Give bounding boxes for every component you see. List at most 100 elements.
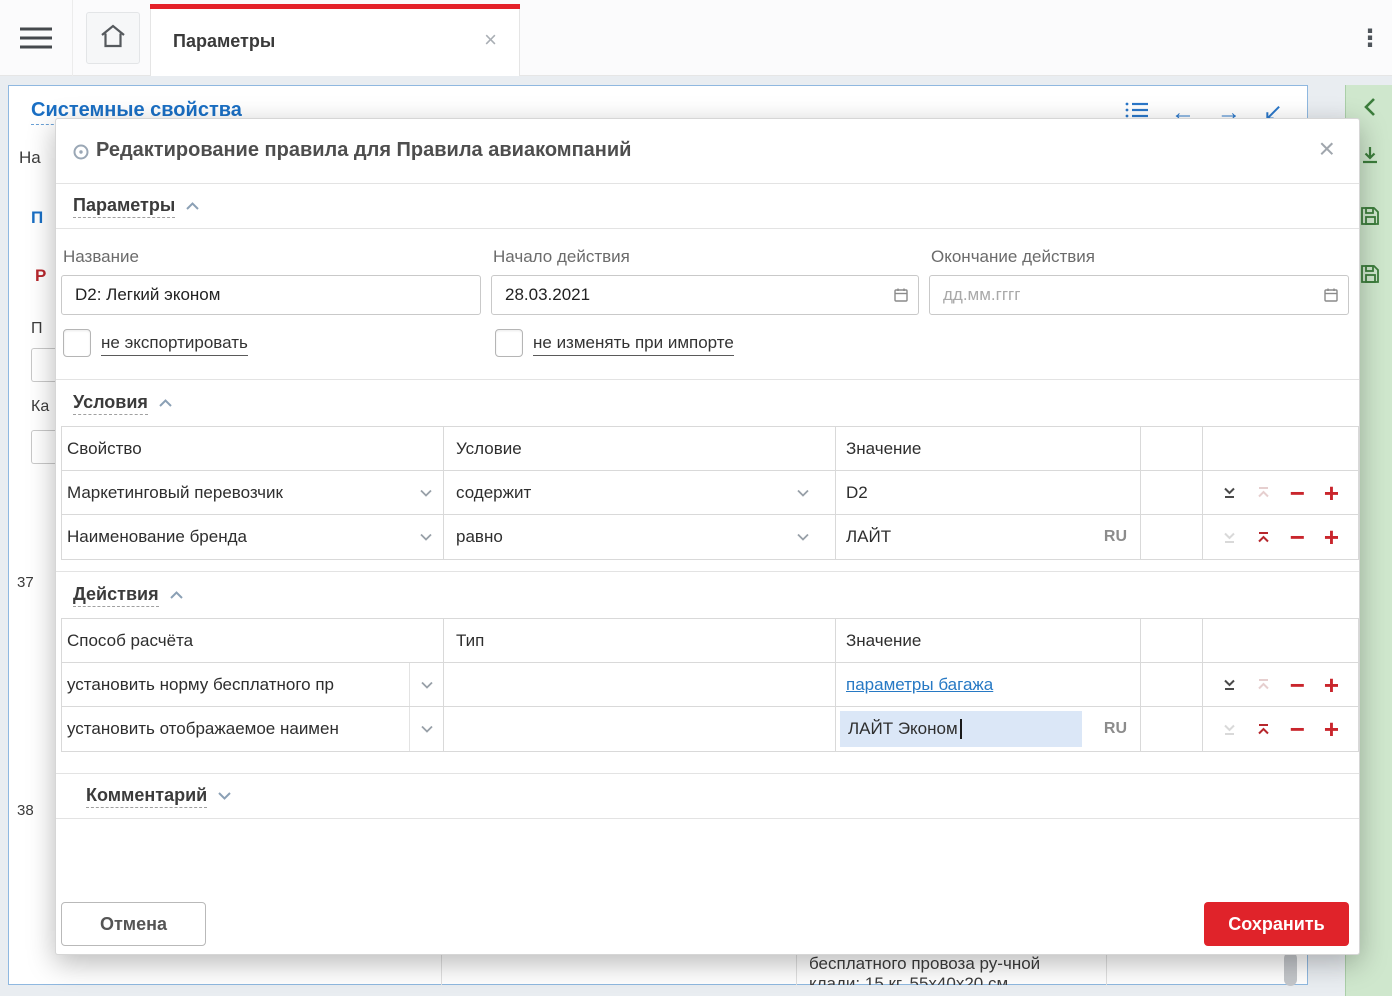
end-date-label: Окончание действия — [931, 247, 1095, 267]
calendar-icon[interactable] — [1323, 287, 1339, 303]
row-actions-cell: − + — [1203, 515, 1358, 559]
value-cell[interactable]: D2 — [836, 471, 1141, 515]
save-button[interactable]: Сохранить — [1204, 902, 1349, 946]
no-import-change-label[interactable]: не изменять при импорте — [533, 332, 734, 356]
hidden-label-fragment: П — [31, 320, 43, 338]
remove-row-button[interactable]: − — [1290, 716, 1305, 742]
chevron-up-icon[interactable] — [185, 201, 200, 211]
close-dialog-icon[interactable]: × — [1319, 133, 1335, 165]
end-date-input[interactable] — [929, 275, 1349, 315]
start-date-label: Начало действия — [493, 247, 630, 267]
app-screen: Параметры × ⋮ Системные свойства ← → ↙ Н… — [0, 0, 1392, 996]
add-row-button[interactable]: + — [1324, 672, 1339, 698]
row-number: 37 — [17, 574, 34, 591]
more-options-icon[interactable]: ⋮ — [1358, 24, 1382, 53]
chevron-down-icon — [409, 663, 443, 706]
value-cell[interactable]: ЛАЙТ RU — [836, 515, 1141, 559]
baggage-params-link[interactable]: параметры багажа — [846, 675, 993, 695]
add-row-button[interactable]: + — [1324, 480, 1339, 506]
lang-badge: RU — [1104, 528, 1127, 546]
column-header: Условие — [444, 427, 836, 471]
start-date-input[interactable] — [491, 275, 919, 315]
name-field-wrap — [61, 275, 481, 315]
chevron-down-icon — [409, 515, 443, 559]
chevron-down-icon — [786, 515, 820, 559]
add-row-button[interactable]: + — [1324, 716, 1339, 742]
column-header-empty — [1141, 619, 1203, 663]
remove-row-button[interactable]: − — [1290, 480, 1305, 506]
remove-row-button[interactable]: − — [1290, 524, 1305, 550]
section-actions-label[interactable]: Действия — [73, 584, 159, 607]
value-edit-input[interactable]: ЛАЙТ Эконом — [840, 711, 1082, 747]
hidden-heading-fragment: П — [31, 208, 43, 228]
property-dropdown[interactable]: Наименование бренда — [62, 515, 444, 559]
toolbar-separator — [72, 0, 73, 76]
column-header: Способ расчёта — [62, 619, 444, 663]
table-gridline — [441, 952, 442, 985]
scrollbar-thumb[interactable] — [1284, 952, 1297, 986]
move-up-icon — [1256, 677, 1271, 692]
cancel-button[interactable]: Отмена — [61, 902, 206, 946]
move-up-icon[interactable] — [1256, 722, 1271, 737]
end-date-wrap — [929, 275, 1349, 315]
move-down-icon[interactable] — [1222, 485, 1237, 500]
method-dropdown[interactable]: установить норму бесплатного пр — [62, 663, 444, 707]
add-row-button[interactable]: + — [1324, 524, 1339, 550]
chevron-down-icon[interactable] — [217, 791, 232, 801]
calendar-icon[interactable] — [893, 287, 909, 303]
collapse-panel-icon[interactable] — [1346, 97, 1392, 117]
top-bar: Параметры × ⋮ — [0, 0, 1392, 76]
no-import-change-checkbox[interactable] — [495, 329, 523, 357]
home-button[interactable] — [86, 12, 140, 64]
lang-badge: RU — [1104, 720, 1127, 738]
empty-cell — [1141, 471, 1203, 515]
hidden-cell-text: бесплатного провоза ру-чной — [809, 954, 1099, 974]
actions-table: Способ расчёта Тип Значение установить н… — [61, 618, 1359, 752]
section-conditions: Условия — [56, 379, 1359, 426]
section-parameters-label[interactable]: Параметры — [73, 195, 175, 218]
no-export-label[interactable]: не экспортировать — [101, 332, 248, 356]
chevron-up-icon[interactable] — [158, 398, 173, 408]
column-header: Значение — [836, 427, 1141, 471]
hamburger-menu-icon[interactable] — [18, 26, 54, 50]
hidden-tab-fragment: Р — [35, 266, 46, 286]
table-gridline — [796, 952, 797, 985]
hidden-label-fragment: На — [19, 148, 41, 168]
type-cell — [444, 707, 836, 751]
chevron-up-icon[interactable] — [169, 590, 184, 600]
name-input[interactable] — [61, 275, 481, 315]
tab-close-icon[interactable]: × — [484, 27, 497, 53]
condition-dropdown[interactable]: равно — [444, 515, 836, 559]
row-number: 38 — [17, 802, 34, 819]
condition-dropdown[interactable]: содержит — [444, 471, 836, 515]
value-cell: параметры багажа — [836, 663, 1141, 707]
section-comment-label[interactable]: Комментарий — [86, 785, 207, 808]
move-down-icon — [1222, 722, 1237, 737]
value-cell: ЛАЙТ Эконом RU — [836, 707, 1141, 751]
tab-parameters[interactable]: Параметры × — [150, 4, 520, 76]
row-actions-cell: − + — [1203, 471, 1358, 515]
no-export-checkbox[interactable] — [63, 329, 91, 357]
chevron-down-icon — [786, 471, 820, 514]
table-gridline — [1106, 952, 1107, 985]
column-header: Тип — [444, 619, 836, 663]
name-field-label: Название — [63, 247, 139, 267]
column-header: Значение — [836, 619, 1141, 663]
section-conditions-label[interactable]: Условия — [73, 392, 148, 415]
remove-row-button[interactable]: − — [1290, 672, 1305, 698]
move-up-icon[interactable] — [1256, 530, 1271, 545]
hidden-input-fragment — [31, 430, 56, 464]
dialog-title: Редактирование правила для Правила авиак… — [96, 139, 631, 162]
move-down-icon[interactable] — [1222, 677, 1237, 692]
row-actions-cell: − + — [1203, 663, 1358, 707]
property-dropdown[interactable]: Маркетинговый перевозчик — [62, 471, 444, 515]
chevron-down-icon — [409, 471, 443, 514]
method-dropdown[interactable]: установить отображаемое наимен — [62, 707, 444, 751]
column-header-empty — [1203, 427, 1358, 471]
column-header-empty — [1141, 427, 1203, 471]
column-header: Свойство — [62, 427, 444, 471]
tab-label: Параметры — [173, 31, 275, 52]
section-comment: Комментарий — [56, 773, 1359, 819]
text-cursor — [960, 719, 962, 739]
rule-icon — [72, 143, 90, 166]
